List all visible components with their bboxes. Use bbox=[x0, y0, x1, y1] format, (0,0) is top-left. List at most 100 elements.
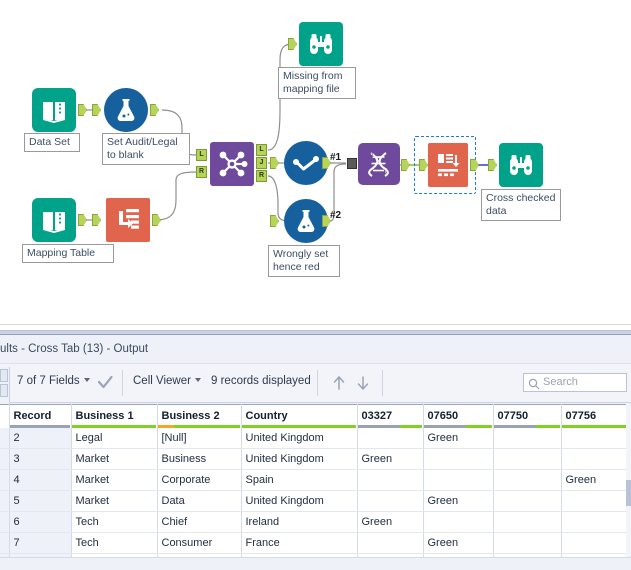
cell-07650[interactable]: Green bbox=[423, 428, 493, 449]
cell-record[interactable]: 6 bbox=[9, 512, 71, 533]
cell-business-2[interactable]: Data bbox=[157, 491, 241, 512]
column-header-07750[interactable]: 07750 bbox=[493, 405, 561, 428]
cell-country[interactable]: United Kingdom bbox=[241, 491, 357, 512]
cell-record[interactable]: 7 bbox=[9, 533, 71, 554]
cell-03327[interactable] bbox=[357, 428, 423, 449]
cell-07756[interactable] bbox=[561, 491, 631, 512]
cell-07756[interactable] bbox=[561, 449, 631, 470]
cell-03327[interactable]: Green bbox=[357, 449, 423, 470]
cell-07756[interactable] bbox=[561, 533, 631, 554]
toolbar-divider bbox=[122, 370, 123, 396]
cell-country[interactable]: United Kingdom bbox=[241, 449, 357, 470]
table-row[interactable]: 6 Tech Chief Ireland Green bbox=[0, 512, 631, 533]
column-header-country[interactable]: Country bbox=[241, 405, 357, 428]
quality-bar bbox=[358, 425, 422, 428]
cell-business-1[interactable]: Market bbox=[71, 449, 157, 470]
cell-business-1[interactable]: Legal bbox=[71, 428, 157, 449]
quality-bar bbox=[424, 425, 492, 428]
cell-business-1[interactable]: Tech bbox=[71, 512, 157, 533]
column-header-07756[interactable]: 07756 bbox=[561, 405, 631, 428]
chevron-down-icon[interactable] bbox=[195, 378, 201, 382]
row-gutter bbox=[0, 533, 9, 554]
flask-icon bbox=[284, 199, 328, 243]
cell-business-2[interactable]: Corporate bbox=[157, 470, 241, 491]
results-grid[interactable]: Record Business 1 Business 2 Country 033… bbox=[0, 404, 631, 570]
cell-business-1[interactable]: Market bbox=[71, 470, 157, 491]
cell-07650[interactable] bbox=[423, 512, 493, 533]
join-icon bbox=[210, 142, 254, 186]
column-header-label: Business 2 bbox=[162, 410, 220, 422]
arrow-down-icon[interactable] bbox=[355, 374, 371, 397]
join-input-anchor-left[interactable]: L bbox=[196, 149, 207, 161]
cell-07756[interactable] bbox=[561, 512, 631, 533]
cell-03327[interactable]: Green bbox=[357, 512, 423, 533]
scrollbar-thumb[interactable] bbox=[626, 480, 631, 506]
table-row[interactable]: 4 Market Corporate Spain Green bbox=[0, 470, 631, 491]
column-header-07650[interactable]: 07650 bbox=[423, 405, 493, 428]
table-row[interactable]: 3 Market Business United Kingdom Green bbox=[0, 449, 631, 470]
row-gutter bbox=[0, 449, 9, 470]
join-output-anchor-right[interactable]: R bbox=[256, 170, 267, 182]
cell-07650[interactable]: Green bbox=[423, 533, 493, 554]
cell-business-2[interactable]: Business bbox=[157, 449, 241, 470]
cell-business-1[interactable]: Tech bbox=[71, 533, 157, 554]
cell-07750[interactable] bbox=[493, 491, 561, 512]
cell-07650[interactable] bbox=[423, 470, 493, 491]
chevron-down-icon[interactable] bbox=[84, 378, 90, 382]
column-header-label: 07650 bbox=[428, 410, 459, 422]
join-input-anchor-right[interactable]: R bbox=[196, 166, 207, 178]
cell-record[interactable]: 4 bbox=[9, 470, 71, 491]
results-table: Record Business 1 Business 2 Country 033… bbox=[0, 404, 631, 570]
cell-record[interactable]: 2 bbox=[9, 428, 71, 449]
binoculars-icon bbox=[299, 22, 343, 66]
cell-07756[interactable] bbox=[561, 428, 631, 449]
results-panel-title: ults - Cross Tab (13) - Output bbox=[0, 339, 631, 359]
cell-viewer-selector[interactable]: Cell Viewer bbox=[133, 375, 201, 387]
cell-business-2[interactable]: Chief bbox=[157, 512, 241, 533]
cell-business-1[interactable]: Market bbox=[71, 491, 157, 512]
table-row[interactable]: 7 Tech Consumer France Green bbox=[0, 533, 631, 554]
cell-07650[interactable]: Green bbox=[423, 491, 493, 512]
table-body: 2 Legal [Null] United Kingdom Green 3 Ma… bbox=[0, 428, 631, 570]
join-output-anchor-left[interactable]: L bbox=[256, 144, 267, 156]
cell-07750[interactable] bbox=[493, 533, 561, 554]
join-output-anchor-join[interactable]: J bbox=[256, 157, 267, 169]
column-header-03327[interactable]: 03327 bbox=[357, 405, 423, 428]
cell-record[interactable]: 3 bbox=[9, 449, 71, 470]
tool-label-mapping-table: Mapping Table bbox=[22, 244, 114, 263]
fields-selector[interactable]: 7 of 7 Fields bbox=[17, 375, 90, 387]
cell-country[interactable]: Ireland bbox=[241, 512, 357, 533]
workflow-canvas[interactable]: Data Set Set Audit/Legal to blank bbox=[0, 0, 631, 330]
cell-business-2[interactable]: [Null] bbox=[157, 428, 241, 449]
search-input[interactable]: Search bbox=[523, 373, 627, 392]
cell-07750[interactable] bbox=[493, 470, 561, 491]
cell-07756[interactable]: Green bbox=[561, 470, 631, 491]
column-header-label: 07756 bbox=[566, 410, 597, 422]
column-header-business-2[interactable]: Business 2 bbox=[157, 405, 241, 428]
vertical-scrollbar[interactable] bbox=[626, 404, 631, 570]
column-header-business-1[interactable]: Business 1 bbox=[71, 405, 157, 428]
union-input-anchor[interactable] bbox=[347, 158, 357, 169]
strip-button-top[interactable] bbox=[0, 369, 8, 382]
cell-07750[interactable] bbox=[493, 428, 561, 449]
cell-03327[interactable] bbox=[357, 470, 423, 491]
cell-07750[interactable] bbox=[493, 449, 561, 470]
strip-button-mid[interactable] bbox=[0, 384, 8, 397]
column-header-record[interactable]: Record bbox=[9, 405, 71, 428]
union-icon: 1 2 7 bbox=[358, 143, 400, 185]
toolbar-divider bbox=[317, 370, 318, 396]
cell-03327[interactable] bbox=[357, 491, 423, 512]
table-row[interactable]: 2 Legal [Null] United Kingdom Green bbox=[0, 428, 631, 449]
arrow-up-icon[interactable] bbox=[331, 374, 347, 397]
cell-07750[interactable] bbox=[493, 512, 561, 533]
checkmark-icon[interactable] bbox=[98, 376, 113, 394]
quality-bar bbox=[562, 425, 630, 428]
cell-business-2[interactable]: Consumer bbox=[157, 533, 241, 554]
cell-07650[interactable] bbox=[423, 449, 493, 470]
cell-country[interactable]: Spain bbox=[241, 470, 357, 491]
cell-record[interactable]: 5 bbox=[9, 491, 71, 512]
cell-03327[interactable] bbox=[357, 533, 423, 554]
cell-country[interactable]: United Kingdom bbox=[241, 428, 357, 449]
cell-country[interactable]: France bbox=[241, 533, 357, 554]
table-row[interactable]: 5 Market Data United Kingdom Green bbox=[0, 491, 631, 512]
